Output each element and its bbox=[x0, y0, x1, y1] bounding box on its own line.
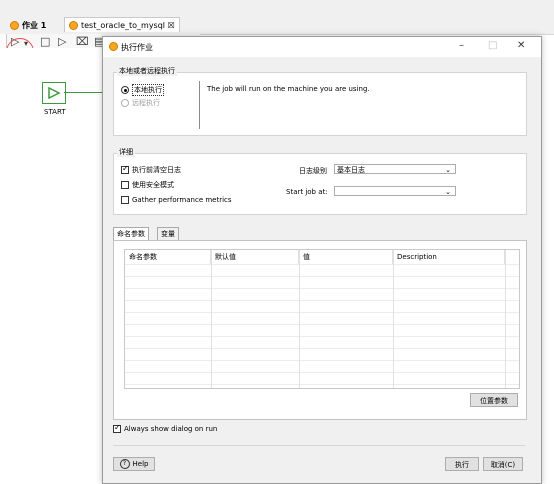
local-radio-label: 本地执行 bbox=[132, 84, 164, 96]
remote-radio-label: 远程执行 bbox=[132, 99, 160, 107]
start-node-label: START bbox=[44, 108, 66, 116]
start-job-select[interactable]: ⌄ bbox=[334, 186, 456, 196]
table-row[interactable] bbox=[125, 324, 519, 325]
clear-log-checkbox[interactable]: 执行前清空日志 bbox=[121, 164, 181, 175]
column-divider bbox=[211, 250, 212, 388]
safe-mode-label: 使用安全模式 bbox=[132, 181, 174, 189]
column-divider bbox=[393, 250, 394, 388]
editor-tab-label: 作业 1 bbox=[22, 20, 47, 30]
checkbox-checked-icon bbox=[113, 423, 121, 433]
close-button[interactable]: ✕ bbox=[517, 40, 525, 51]
run-job-dialog: 执行作业 – □ ✕ 本地或者远程执行 本地执行 远程执行 The job wi… bbox=[102, 36, 542, 484]
local-radio[interactable]: 本地执行 bbox=[121, 84, 164, 96]
chevron-down-icon: ⌄ bbox=[445, 166, 451, 174]
stop-icon[interactable]: □ bbox=[40, 36, 50, 47]
table-row[interactable] bbox=[125, 372, 519, 373]
table-row[interactable] bbox=[125, 384, 519, 385]
start-job-label: Start job at: bbox=[286, 188, 328, 196]
start-node-icon[interactable] bbox=[42, 82, 66, 104]
always-show-label: Always show dialog on run bbox=[124, 425, 218, 433]
location-group-label: 本地或者远程执行 bbox=[117, 66, 177, 76]
column-divider bbox=[505, 250, 506, 388]
details-group-label: 详细 bbox=[117, 147, 135, 157]
column-header[interactable]: 值 bbox=[299, 250, 393, 264]
tab-named-params[interactable]: 命名参数 bbox=[113, 227, 149, 240]
table-row[interactable] bbox=[125, 312, 519, 313]
column-divider bbox=[299, 250, 300, 388]
preview-icon[interactable]: ▷ bbox=[58, 36, 66, 47]
named-params-panel: 命名参数 默认值 值 Description 位置参数 bbox=[113, 240, 527, 420]
footer-separator bbox=[113, 445, 525, 446]
checkbox-unchecked-icon bbox=[121, 181, 129, 189]
run-button[interactable]: 执行 bbox=[445, 457, 479, 471]
location-group bbox=[113, 72, 527, 136]
help-icon: ? bbox=[119, 459, 130, 469]
table-row[interactable] bbox=[125, 264, 519, 265]
radio-checked-icon bbox=[121, 86, 129, 94]
always-show-checkbox[interactable]: Always show dialog on run bbox=[113, 423, 218, 433]
editor-tab-job1[interactable]: 作业 1 bbox=[10, 18, 46, 32]
column-header[interactable]: 命名参数 bbox=[125, 250, 211, 264]
help-button[interactable]: ? Help bbox=[113, 457, 155, 471]
checkbox-unchecked-icon bbox=[121, 196, 129, 204]
maximize-button[interactable]: □ bbox=[488, 40, 497, 51]
gather-metrics-label: Gather performance metrics bbox=[132, 196, 232, 204]
gather-metrics-checkbox[interactable]: Gather performance metrics bbox=[121, 196, 232, 204]
log-level-label: 日志级别 bbox=[299, 167, 327, 175]
job-icon bbox=[109, 42, 118, 51]
minimize-button[interactable]: – bbox=[459, 40, 464, 51]
help-button-label: Help bbox=[132, 460, 149, 468]
details-group bbox=[113, 153, 527, 215]
table-row[interactable] bbox=[125, 336, 519, 337]
job-icon bbox=[10, 20, 19, 30]
table-row[interactable] bbox=[125, 360, 519, 361]
location-divider bbox=[199, 81, 200, 129]
debug-icon[interactable]: ⌧ bbox=[76, 36, 89, 47]
tab-variables[interactable]: 变量 bbox=[157, 227, 179, 240]
log-level-value: 基本日志 bbox=[337, 166, 365, 174]
table-row[interactable] bbox=[125, 348, 519, 349]
table-row[interactable] bbox=[125, 300, 519, 301]
dialog-titlebar[interactable] bbox=[103, 37, 541, 57]
hop-line bbox=[64, 92, 104, 93]
clear-log-label: 执行前清空日志 bbox=[132, 166, 181, 174]
table-row[interactable] bbox=[125, 288, 519, 289]
radio-unchecked-icon bbox=[121, 99, 129, 107]
position-params-button[interactable]: 位置参数 bbox=[470, 393, 518, 407]
location-description: The job will run on the machine you are … bbox=[207, 85, 370, 93]
column-header[interactable]: 默认值 bbox=[211, 250, 299, 264]
safe-mode-checkbox[interactable]: 使用安全模式 bbox=[121, 180, 174, 190]
editor-tab-label: test_oracle_to_mysql ☒ bbox=[81, 20, 175, 30]
dialog-title: 执行作业 bbox=[121, 43, 153, 52]
named-params-table[interactable]: 命名参数 默认值 值 Description bbox=[124, 249, 520, 389]
column-header[interactable]: Description bbox=[393, 250, 505, 264]
checkbox-checked-icon bbox=[121, 164, 129, 174]
editor-tab-test-oracle[interactable]: test_oracle_to_mysql ☒ bbox=[64, 17, 180, 32]
log-level-select[interactable]: 基本日志 ⌄ bbox=[334, 164, 456, 174]
remote-radio[interactable]: 远程执行 bbox=[121, 98, 160, 108]
cancel-button[interactable]: 取消(C) bbox=[483, 457, 523, 471]
table-row[interactable] bbox=[125, 276, 519, 277]
chevron-down-icon: ⌄ bbox=[445, 188, 451, 196]
job-icon bbox=[69, 20, 78, 30]
